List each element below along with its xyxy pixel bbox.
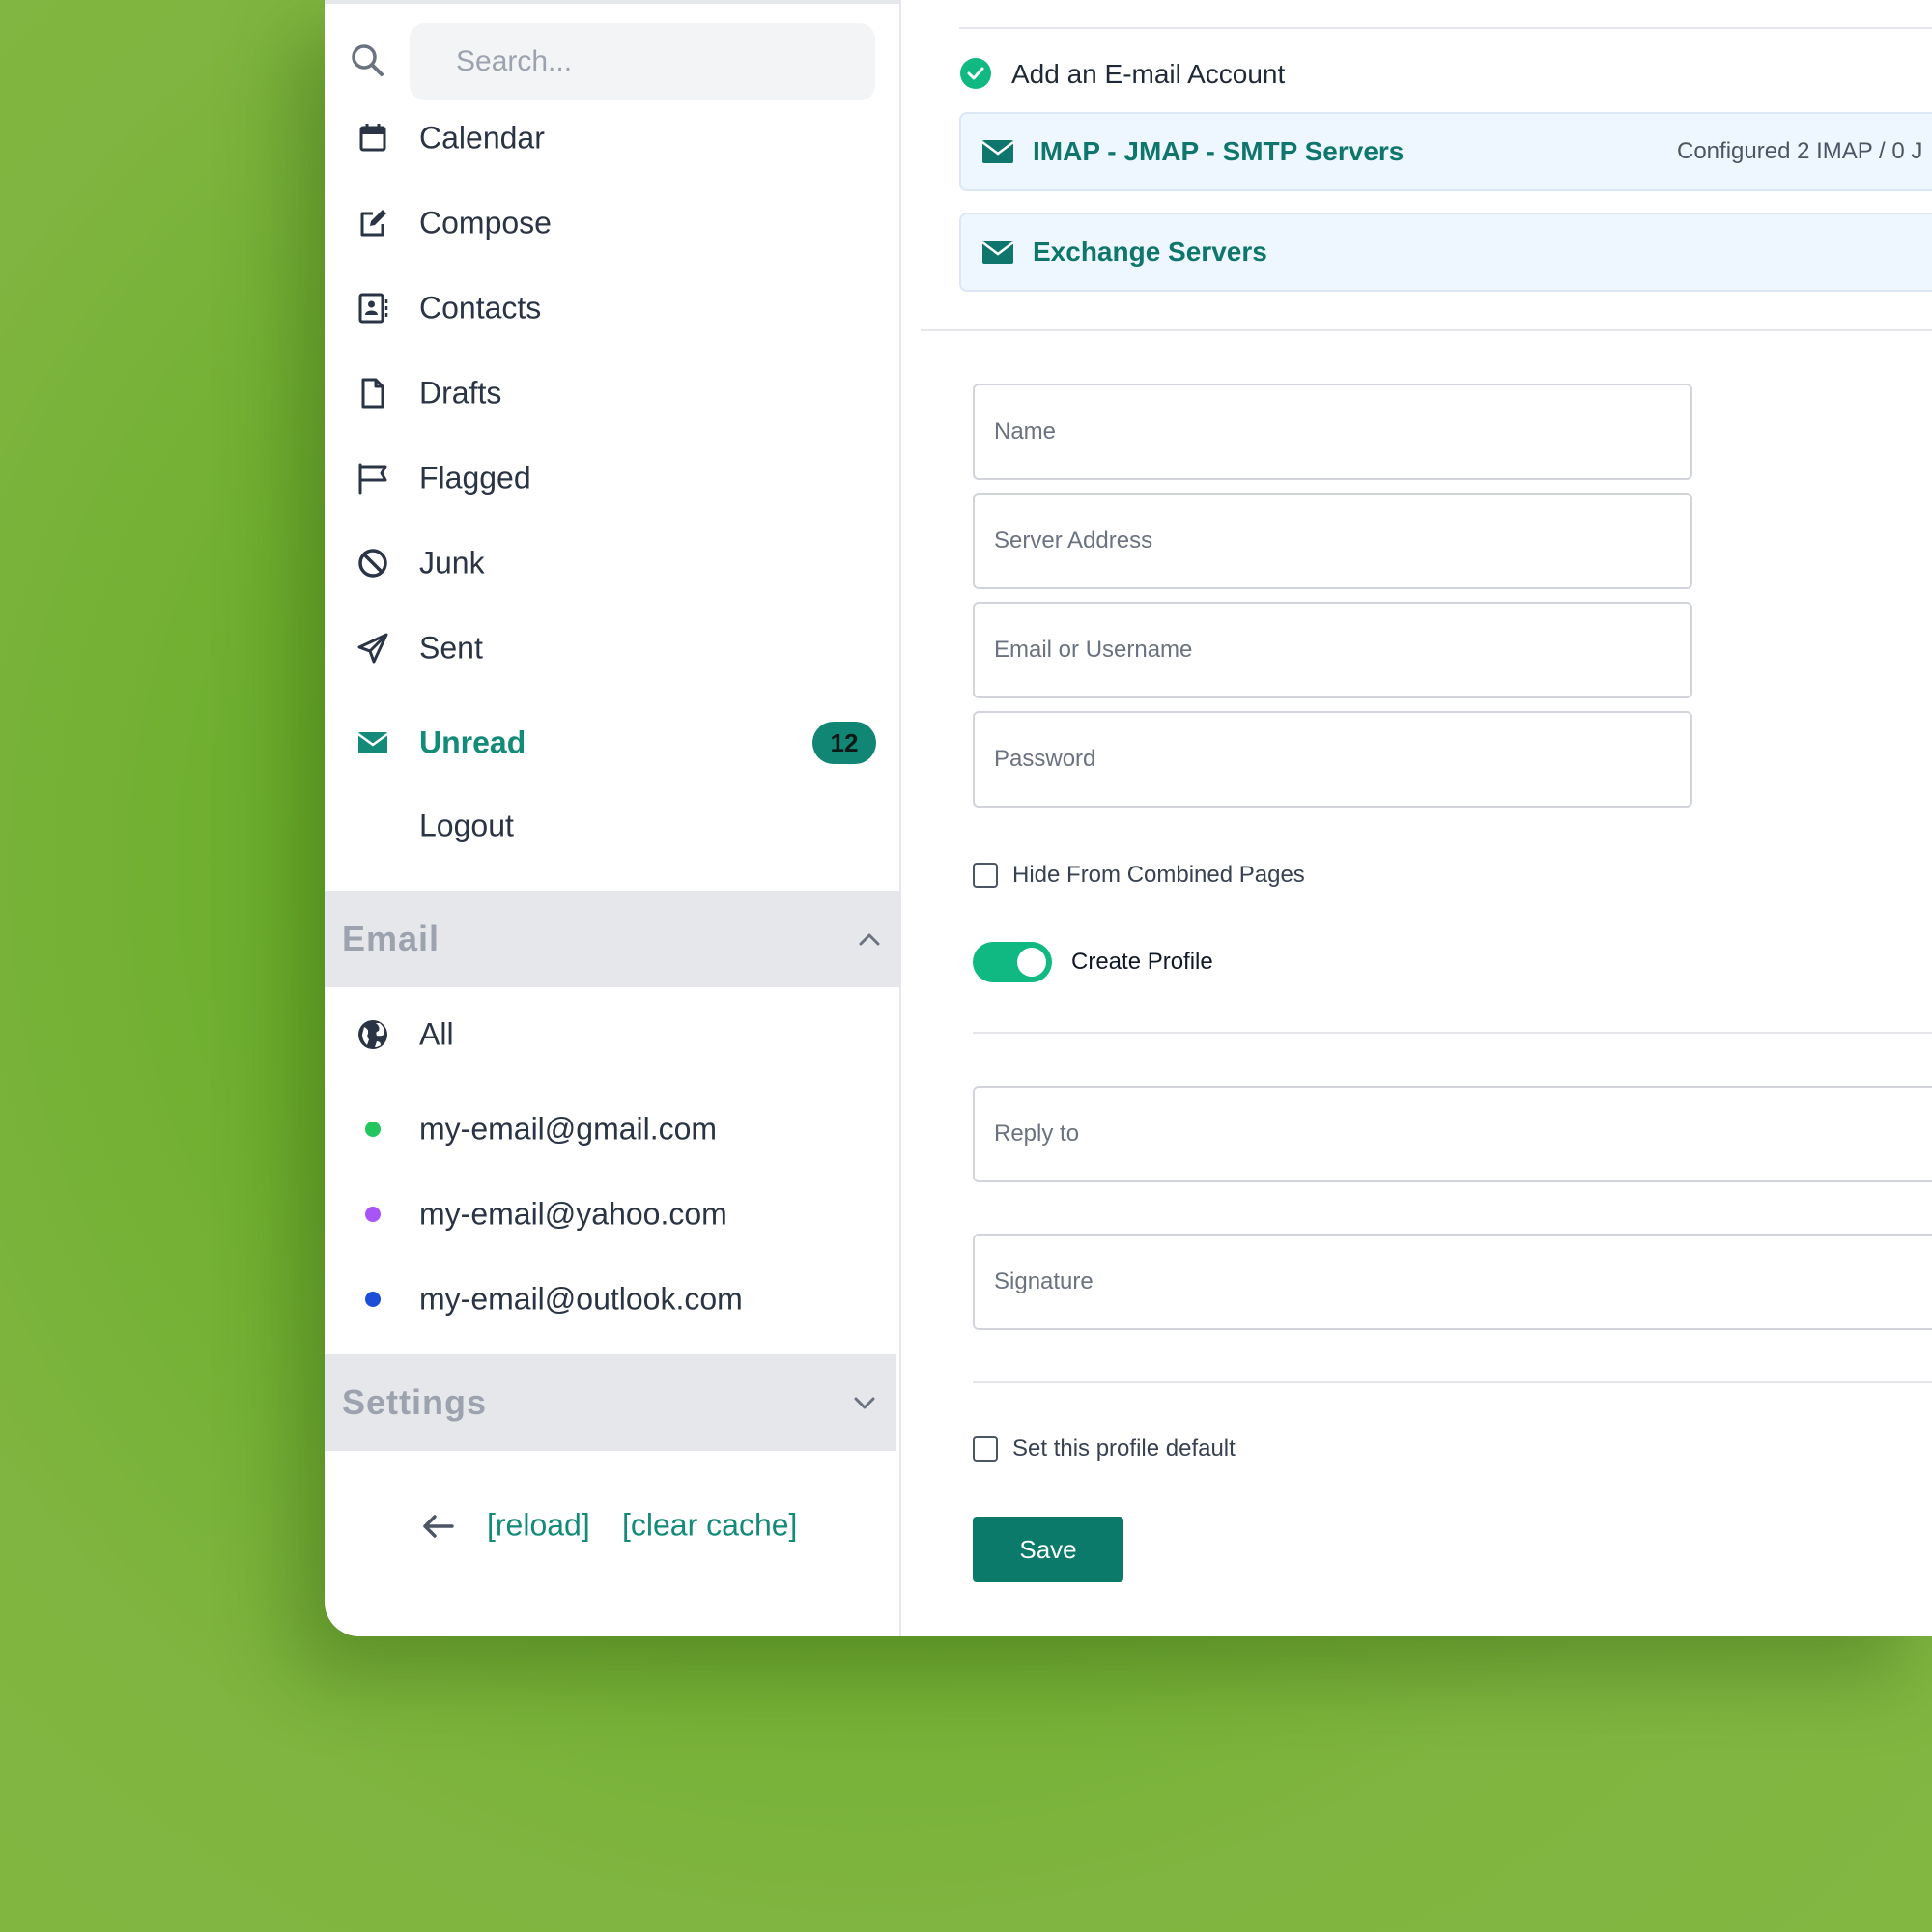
compose-icon <box>354 204 392 242</box>
envelope-icon <box>980 134 1015 169</box>
main-content: Add an E-mail Account IMAP - JMAP - SMTP… <box>901 0 1932 1636</box>
name-field[interactable] <box>973 384 1692 480</box>
account-color-dot <box>365 1207 381 1222</box>
divider <box>973 1032 1932 1034</box>
section-title: Email <box>342 919 440 958</box>
envelope-icon <box>980 235 1015 270</box>
nav-item-contacts[interactable]: Contacts <box>325 274 901 342</box>
nav-label: Logout <box>419 808 514 843</box>
check-circle-icon <box>959 57 992 90</box>
chevron-down-icon <box>848 1386 881 1419</box>
account-address: my-email@yahoo.com <box>419 1196 727 1232</box>
nav-item-calendar[interactable]: Calendar <box>325 104 901 172</box>
account-address: my-email@outlook.com <box>419 1281 743 1317</box>
nav-item-all[interactable]: All <box>325 1001 901 1068</box>
envelope-icon <box>354 724 392 762</box>
nav-label: Contacts <box>419 290 542 326</box>
hide-combined-checkbox-row[interactable]: Hide From Combined Pages <box>973 856 1456 895</box>
nav-item-drafts[interactable]: Drafts <box>325 359 901 427</box>
imap-panel-title: IMAP - JMAP - SMTP Servers <box>1033 136 1405 166</box>
nav-label: Compose <box>419 205 552 241</box>
search-icon[interactable] <box>348 41 386 79</box>
globe-icon <box>354 1015 392 1054</box>
nav-item-logout[interactable]: Logout <box>325 792 901 860</box>
account-color-dot <box>365 1292 381 1307</box>
nav-item-unread[interactable]: Unread 12 <box>325 709 901 777</box>
section-title: Settings <box>342 1382 488 1422</box>
imap-servers-panel[interactable]: IMAP - JMAP - SMTP Servers Configured 2 … <box>959 112 1932 191</box>
imap-config-status: Configured 2 IMAP / 0 J <box>1677 138 1923 164</box>
nav-label: Calendar <box>419 120 545 156</box>
document-icon <box>354 374 392 412</box>
reply-to-field[interactable] <box>973 1086 1932 1182</box>
checkbox-label: Set this profile default <box>1012 1435 1236 1462</box>
nav-label: Unread <box>419 724 526 760</box>
nav-label: Sent <box>419 630 483 666</box>
account-item-gmail[interactable]: my-email@gmail.com <box>325 1095 901 1163</box>
paper-plane-icon <box>354 629 392 668</box>
search-input[interactable] <box>410 23 875 100</box>
divider <box>921 329 1932 331</box>
settings-section-header[interactable]: Settings <box>325 1354 896 1451</box>
default-profile-checkbox-row[interactable]: Set this profile default <box>973 1430 1456 1468</box>
toggle-knob <box>1017 948 1046 977</box>
contacts-icon <box>354 289 392 327</box>
reload-link[interactable]: [reload] <box>487 1508 590 1544</box>
exchange-panel-title: Exchange Servers <box>1033 237 1267 267</box>
arrow-left-icon[interactable] <box>417 1506 458 1547</box>
signature-field[interactable] <box>973 1234 1932 1330</box>
nav-label: Flagged <box>419 460 531 496</box>
nav-item-junk[interactable]: Junk <box>325 529 901 597</box>
search-bar <box>325 23 901 100</box>
nav-item-sent[interactable]: Sent <box>325 614 901 682</box>
account-color-dot <box>365 1122 381 1137</box>
nav-label: All <box>419 1016 454 1052</box>
app-window: Calendar Compose Contacts Drafts Flagged <box>325 0 1932 1636</box>
hide-combined-checkbox[interactable] <box>973 863 998 888</box>
flag-icon <box>354 459 392 497</box>
account-address: my-email@gmail.com <box>419 1111 718 1147</box>
server-address-field[interactable] <box>973 493 1692 589</box>
toggle-label: Create Profile <box>1071 949 1213 975</box>
divider <box>973 1381 1932 1383</box>
add-account-title: Add an E-mail Account <box>1011 59 1286 89</box>
clear-cache-link[interactable]: [clear cache] <box>622 1508 797 1544</box>
unread-count-badge: 12 <box>812 722 876 764</box>
calendar-icon <box>354 119 392 157</box>
email-username-field[interactable] <box>973 602 1692 698</box>
account-item-outlook[interactable]: my-email@outlook.com <box>325 1265 901 1333</box>
default-profile-checkbox[interactable] <box>973 1436 998 1462</box>
chevron-up-icon <box>853 923 886 955</box>
password-field[interactable] <box>973 711 1692 808</box>
sidebar: Calendar Compose Contacts Drafts Flagged <box>325 0 901 1636</box>
checkbox-label: Hide From Combined Pages <box>1012 862 1305 888</box>
nav-label: Junk <box>419 545 485 581</box>
nav-item-compose[interactable]: Compose <box>325 189 901 257</box>
nav-label: Drafts <box>419 375 502 411</box>
create-profile-toggle[interactable] <box>973 942 1052 982</box>
divider <box>959 27 1932 29</box>
exchange-servers-panel[interactable]: Exchange Servers <box>959 213 1932 292</box>
account-item-yahoo[interactable]: my-email@yahoo.com <box>325 1180 901 1248</box>
sidebar-footer: [reload] [clear cache] <box>325 1496 901 1554</box>
save-button[interactable]: Save <box>973 1517 1123 1582</box>
email-section-header[interactable]: Email <box>325 891 901 987</box>
nav-item-flagged[interactable]: Flagged <box>325 444 901 512</box>
ban-icon <box>354 544 392 582</box>
